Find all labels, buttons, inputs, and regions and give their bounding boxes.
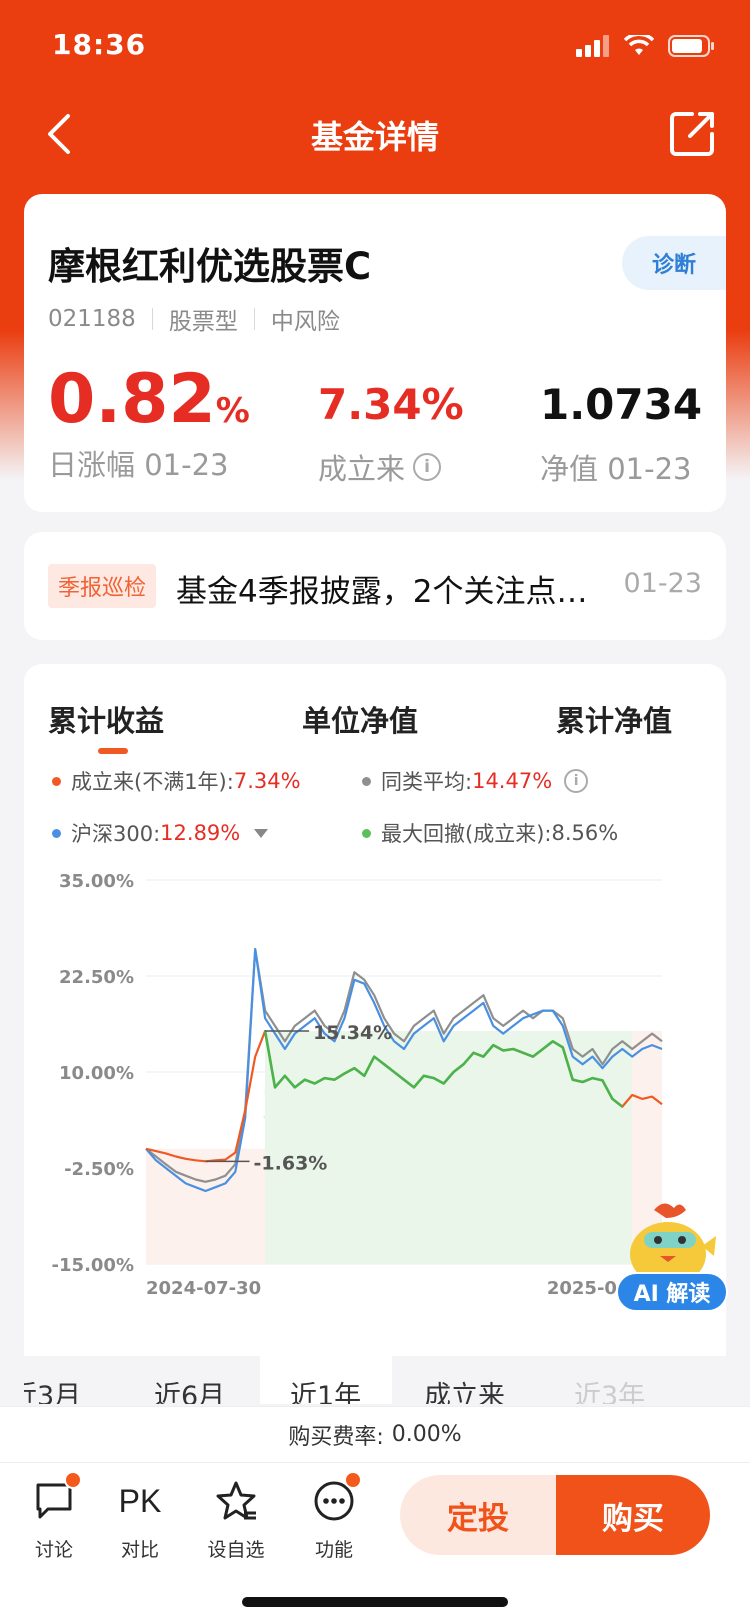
- fund-summary-card: 摩根红利优选股票C 诊断 021188 股票型 中风险 0.82% 日涨幅 01…: [24, 194, 726, 512]
- daily-change-number: 0.82: [48, 360, 216, 439]
- share-button[interactable]: [668, 104, 718, 160]
- notice-text: 基金4季报披露，2个关注点…: [176, 574, 588, 610]
- info-icon[interactable]: i: [413, 453, 442, 481]
- legend-drawdown-value: 8.56%: [551, 821, 619, 845]
- y-tick-label: -2.50%: [64, 1159, 134, 1180]
- divider: [151, 308, 153, 330]
- diagnose-button[interactable]: 诊断: [622, 236, 726, 290]
- legend-dot: [52, 776, 61, 786]
- legend-drawdown: 最大回撤(成立来): 8.56%: [362, 818, 618, 848]
- tab-cumulative-return[interactable]: 累计收益: [48, 698, 164, 740]
- y-tick-label: -15.00%: [52, 1255, 134, 1276]
- since-inception-label-row: 成立来 i: [318, 446, 464, 488]
- info-icon[interactable]: i: [564, 769, 589, 793]
- legend-peer-value: 14.47%: [472, 769, 553, 793]
- daily-change-value: 0.82%: [48, 366, 250, 434]
- ai-label: AI 解读: [616, 1272, 728, 1312]
- daily-change-stat: 0.82% 日涨幅 01-23: [48, 366, 250, 484]
- period-3m[interactable]: 近3月: [24, 1374, 81, 1404]
- fund-name: 摩根红利优选股票C: [48, 245, 372, 288]
- nav-bar: 基金详情: [0, 92, 750, 180]
- fund-type: 股票型: [168, 309, 238, 335]
- daily-change-label: 日涨幅 01-23: [48, 448, 229, 482]
- low-annotation: -1.63%: [254, 1152, 328, 1174]
- signal-icon: [576, 35, 609, 57]
- fund-risk: 中风险: [270, 309, 340, 335]
- legend-dot: [362, 828, 371, 838]
- discuss-label: 讨论: [34, 1539, 73, 1561]
- y-tick-label: 35.00%: [59, 871, 134, 892]
- notification-dot: [344, 1471, 362, 1489]
- star-icon: [216, 1481, 256, 1520]
- divider: [253, 308, 255, 330]
- buy-button[interactable]: 购买: [556, 1475, 710, 1555]
- compare-label: 对比: [120, 1539, 159, 1561]
- y-tick-label: 10.00%: [59, 1063, 134, 1084]
- fee-label: 购买费率:: [288, 1424, 384, 1450]
- period-6m[interactable]: 近6月: [154, 1374, 225, 1404]
- page-title: 基金详情: [310, 118, 439, 156]
- fund-meta: 021188 股票型 中风险: [48, 302, 340, 336]
- y-tick-label: 22.50%: [59, 967, 134, 988]
- fund-code: 021188: [48, 306, 136, 332]
- legend-drawdown-label: 最大回撤(成立来):: [381, 822, 552, 846]
- fee-value: 0.00%: [391, 1422, 462, 1447]
- compare-button[interactable]: PK 对比: [100, 1479, 180, 1562]
- auto-invest-button[interactable]: 定投: [400, 1475, 556, 1555]
- recovery-band: [265, 1030, 633, 1264]
- ai-interpret-button[interactable]: AI 解读: [616, 1196, 728, 1312]
- home-indicator: [242, 1597, 508, 1607]
- chart-tabs: 累计收益 单位净值 累计净值: [24, 664, 726, 754]
- watchlist-label: 设自选: [207, 1539, 265, 1561]
- legend-fund: 成立来(不满1年): 7.34%: [52, 766, 301, 796]
- legend-peer-label: 同类平均:: [381, 770, 473, 794]
- since-inception-label: 成立来: [318, 452, 406, 486]
- tab-unit-nav[interactable]: 单位净值: [302, 698, 418, 740]
- status-time: 18:36: [52, 28, 147, 61]
- legend-dot: [52, 828, 61, 838]
- more-functions-button[interactable]: 功能: [294, 1471, 374, 1562]
- pk-icon: PK: [118, 1483, 162, 1519]
- battery-icon: [668, 35, 714, 57]
- add-watchlist-button[interactable]: 设自选: [196, 1479, 276, 1562]
- active-tab-indicator: [98, 748, 128, 754]
- status-bar: 18:36: [0, 0, 750, 90]
- period-since-inception[interactable]: 成立来: [424, 1374, 505, 1404]
- tab-cumulative-nav[interactable]: 累计净值: [556, 698, 672, 740]
- notification-dot: [64, 1471, 82, 1489]
- high-annotation: 15.34%: [313, 1022, 392, 1044]
- period-1y[interactable]: 近1年: [290, 1374, 361, 1404]
- nav-stat: 1.0734 净值 01-23: [540, 384, 702, 488]
- nav-value: 1.0734: [540, 380, 703, 429]
- legend-peer: 同类平均: 14.47% i: [362, 766, 589, 796]
- legend-index-value: 12.89%: [160, 821, 241, 845]
- legend-fund-label: 成立来(不满1年):: [71, 770, 234, 794]
- bottom-toolbar: 讨论 PK 对比 设自选 功能 定投 购买: [0, 1462, 750, 1624]
- since-inception-stat[interactable]: 7.34% 成立来 i: [318, 384, 464, 488]
- discuss-button[interactable]: 讨论: [14, 1471, 94, 1562]
- x-tick-label: 2024-07-30: [146, 1278, 261, 1299]
- wifi-icon: [624, 35, 654, 55]
- legend-index[interactable]: 沪深300: 12.89%: [52, 818, 269, 848]
- legend-fund-value: 7.34%: [233, 769, 301, 793]
- legend-index-label: 沪深300:: [71, 822, 161, 846]
- more-label: 功能: [314, 1539, 353, 1561]
- purchase-fee-bar: 购买费率: 0.00%: [0, 1406, 750, 1462]
- since-inception-value: 7.34%: [318, 380, 464, 429]
- daily-change-unit: %: [215, 391, 250, 431]
- notice-date: 01-23: [623, 568, 702, 599]
- period-tabs: 近3月 近6月 近1年 成立来 近3年: [24, 1356, 726, 1404]
- caret-down-icon: [254, 828, 269, 838]
- quarterly-report-notice[interactable]: 季报巡检 基金4季报披露，2个关注点… 01-23: [24, 532, 726, 640]
- nav-label: 净值 01-23: [540, 452, 692, 486]
- notice-tag: 季报巡检: [48, 564, 157, 608]
- legend-dot: [362, 776, 371, 786]
- status-icons: [576, 34, 716, 58]
- share-icon: [670, 112, 714, 156]
- period-3y[interactable]: 近3年: [574, 1374, 645, 1404]
